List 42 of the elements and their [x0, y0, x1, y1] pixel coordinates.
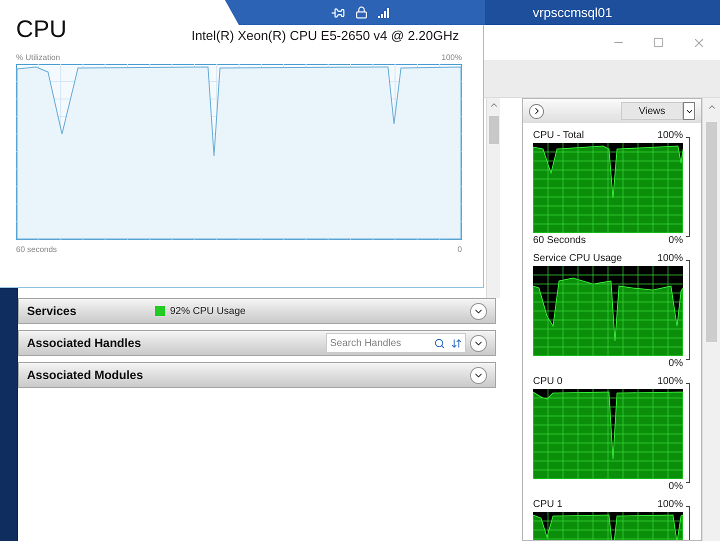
graph-title: CPU - Total: [533, 129, 584, 143]
views-button[interactable]: Views: [621, 102, 683, 120]
graph-max-label: 100%: [657, 252, 683, 266]
graph-min-label: 0%: [668, 234, 683, 248]
axis-time-label: 60 seconds: [16, 244, 57, 256]
sort-icon[interactable]: [451, 338, 462, 348]
graph-title: Service CPU Usage: [533, 252, 622, 266]
section-header[interactable]: Associated Modules: [18, 362, 496, 388]
section-header[interactable]: Services 92% CPU Usage: [18, 298, 496, 324]
lock-icon: [355, 6, 368, 19]
graph-title: CPU 0: [533, 375, 562, 389]
axis-max-label: 100%: [442, 52, 462, 64]
status-text: 92% CPU Usage: [170, 304, 246, 318]
scrollbar[interactable]: [702, 98, 720, 541]
section-title: Associated Handles: [27, 335, 142, 352]
section-title: Associated Modules: [27, 367, 144, 384]
graph-min-label: 0%: [668, 357, 683, 371]
section-title: Services: [27, 303, 78, 320]
processor-name: Intel(R) Xeon(R) CPU E5-2650 v4 @ 2.20GHz: [191, 29, 459, 42]
graph-min-label: 0%: [668, 480, 683, 494]
graph-max-label: 100%: [657, 375, 683, 389]
search-input[interactable]: Search Handles: [327, 334, 434, 352]
host-name: vrpsccmsql01: [532, 4, 612, 22]
window-title: CPU: [16, 18, 67, 42]
expand-pane-button[interactable]: [529, 104, 544, 118]
axis-label: % Utilization: [16, 52, 60, 64]
axis-min-label: 0: [458, 244, 462, 256]
expand-button[interactable]: [470, 302, 487, 320]
search-icon[interactable]: [434, 338, 445, 348]
maximize-icon[interactable]: [653, 37, 664, 48]
section-header[interactable]: Associated Handles Search Handles: [18, 330, 496, 356]
pin-icon[interactable]: [331, 6, 345, 20]
expand-button[interactable]: [470, 334, 487, 352]
views-dropdown-button[interactable]: [683, 102, 695, 120]
scrollbar[interactable]: [486, 98, 500, 298]
signal-icon: [378, 8, 389, 18]
graph-title: CPU 1: [533, 498, 562, 512]
graph-time-label: 60 Seconds: [533, 234, 586, 248]
graph-max-label: 100%: [657, 498, 683, 512]
graph-max-label: 100%: [657, 129, 683, 143]
search-field[interactable]: Search Handles: [326, 333, 466, 353]
expand-button[interactable]: [470, 366, 487, 384]
